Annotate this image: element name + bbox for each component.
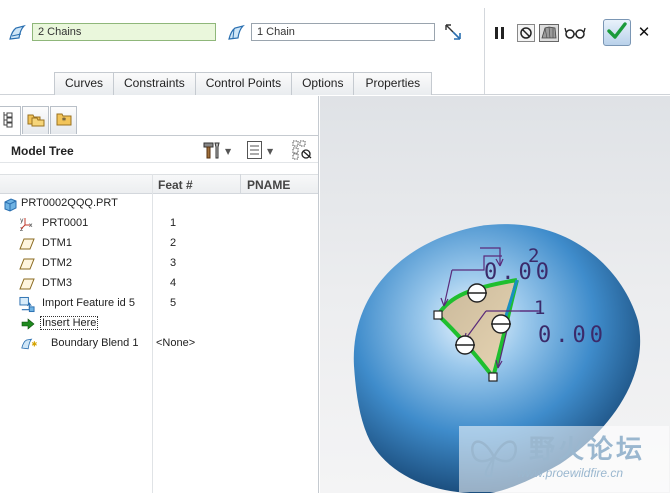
insert-here-label: Insert Here [40, 316, 99, 330]
boundary-blend-icon: ✱ [21, 336, 37, 352]
swap-direction-icon[interactable] [443, 22, 463, 42]
tree-row-feat-number: 4 [170, 277, 177, 289]
watermark-text: 野火论坛 [529, 435, 646, 465]
no-preview-icon[interactable] [516, 23, 536, 43]
tree-row-part[interactable]: PRT0002QQQ.PRT [0, 194, 318, 214]
chevron-down-icon: ▼ [267, 146, 274, 156]
tree-row-label: DTM1 [42, 237, 72, 249]
tab-curves[interactable]: Curves [54, 72, 115, 95]
model-tree-tab[interactable] [0, 106, 21, 135]
dimension-label: 1 [534, 297, 545, 319]
dashboard-tabs: Curves Constraints Control Points Option… [54, 72, 433, 95]
checkmark-icon [607, 22, 627, 43]
ok-button[interactable] [603, 19, 631, 46]
butterfly-logo-icon [467, 432, 521, 485]
tree-row-datum[interactable]: DTM3 4 [0, 274, 318, 294]
dimension-label: 0.00 [484, 260, 553, 285]
tree-row-import[interactable]: Import Feature id 5 5 [0, 294, 318, 314]
tree-row-boundary-blend[interactable]: ✱ Boundary Blend 1 <None> [0, 334, 318, 354]
tree-row-label: Boundary Blend 1 [51, 337, 139, 349]
tangency-handle[interactable] [467, 283, 487, 303]
forum-watermark: 野火论坛 www.proewildfire.cn [459, 426, 669, 492]
tree-row-feat-number: 5 [170, 297, 177, 309]
favorites-icon: * [56, 111, 72, 130]
tab-control-points[interactable]: Control Points [194, 72, 293, 95]
tab-properties[interactable]: Properties [353, 72, 433, 95]
close-icon: ✕ [637, 23, 651, 41]
tree-row-insert-here[interactable]: Insert Here [0, 314, 318, 334]
tree-row-csys[interactable]: yzx PRT0001 1 [0, 214, 318, 234]
pause-icon[interactable] [490, 23, 510, 43]
tab-options[interactable]: Options [291, 72, 355, 95]
chevron-down-icon: ▼ [225, 146, 232, 156]
pname-column-header[interactable]: PNAME [247, 178, 290, 192]
column-display-icon [292, 140, 314, 163]
toolbar-separator [484, 8, 485, 94]
corner-handle [488, 372, 498, 382]
tree-row-label: Import Feature id 5 [42, 297, 135, 309]
show-hide-columns-button[interactable] [292, 140, 314, 163]
corner-handle [433, 310, 443, 320]
svg-text:y: y [20, 217, 24, 224]
insert-arrow-icon [20, 316, 36, 332]
tree-tools-button[interactable]: ▼ [202, 141, 231, 161]
cancel-button[interactable]: ✕ [636, 24, 652, 40]
tree-row-feat-number: 3 [170, 257, 177, 269]
navigator-header: Model Tree ▼ ▼ [0, 135, 318, 163]
preview-icon[interactable] [539, 23, 559, 43]
dimension-label: 0.00 [538, 323, 607, 348]
tree-row-datum[interactable]: DTM1 2 [0, 234, 318, 254]
first-chain-field[interactable]: 2 Chains [32, 23, 216, 41]
tree-row-feat-number: 2 [170, 237, 177, 249]
favorites-tab[interactable]: * [50, 106, 77, 134]
folder-browser-icon [27, 111, 45, 130]
tree-column-header: Feat # PNAME [0, 174, 318, 194]
navigator-panel: * Model Tree ▼ ▼ Feat # PNAME PRT0002QQQ… [0, 96, 319, 493]
feat-column-header[interactable]: Feat # [158, 178, 193, 192]
second-direction-chain-icon[interactable] [226, 23, 246, 43]
first-direction-chain-icon[interactable] [7, 23, 27, 43]
datum-plane-icon [19, 276, 35, 292]
import-feature-icon [19, 296, 35, 312]
datum-plane-icon [19, 236, 35, 252]
folder-browser-tab[interactable] [22, 106, 49, 134]
navigator-tabs: * [0, 106, 319, 135]
tree-row-label: PRT0001 [42, 217, 89, 229]
svg-text:*: * [61, 117, 66, 127]
second-chain-field[interactable]: 1 Chain [251, 23, 435, 41]
tree-row-label: PRT0002QQQ.PRT [21, 197, 118, 209]
column-divider [240, 174, 241, 194]
tree-row-feat-number: <None> [156, 337, 196, 349]
tree-settings-button[interactable]: ▼ [246, 140, 274, 163]
model-tree-title: Model Tree [11, 144, 74, 158]
tools-icon [202, 140, 222, 163]
watermark-url: www.proewildfire.cn [517, 466, 624, 480]
tree-row-label: DTM3 [42, 277, 72, 289]
verify-glasses-icon[interactable] [563, 23, 587, 43]
tree-row-datum[interactable]: DTM2 3 [0, 254, 318, 274]
settings-list-icon [246, 140, 264, 163]
tree-row-feat-number: 1 [170, 217, 177, 229]
tangency-handle[interactable] [491, 314, 511, 334]
dashboard: 2 Chains 1 Chain ✕ Curves Constraints Co… [0, 0, 670, 95]
tab-constraints[interactable]: Constraints [113, 72, 196, 95]
model-tree-icon [1, 111, 15, 131]
part-icon [2, 196, 18, 212]
datum-plane-icon [19, 256, 35, 272]
svg-text:✱: ✱ [31, 339, 37, 348]
tree-row-label: DTM2 [42, 257, 72, 269]
tangency-handle[interactable] [455, 335, 475, 355]
csys-icon: yzx [19, 216, 35, 232]
